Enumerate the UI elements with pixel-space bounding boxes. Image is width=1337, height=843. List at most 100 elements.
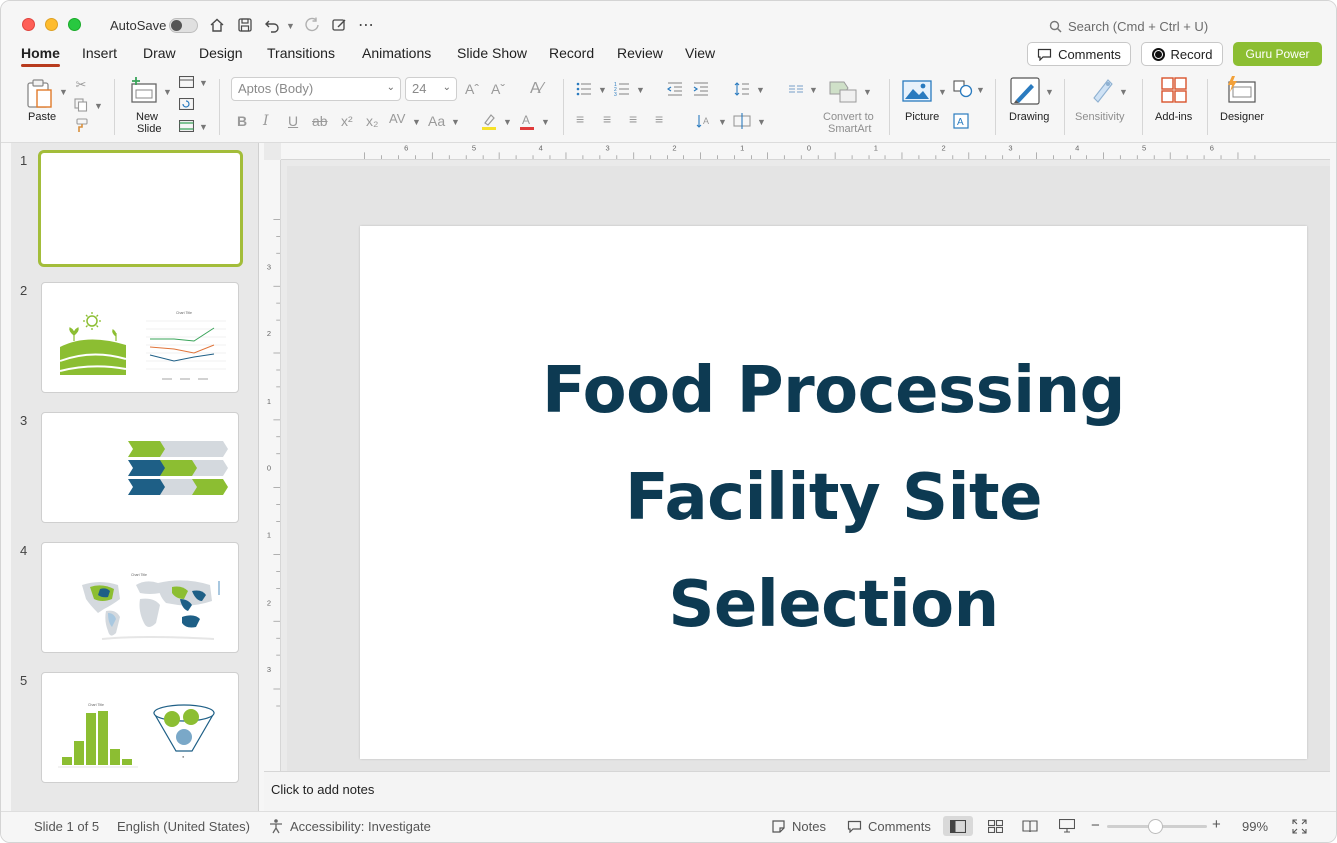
- save-icon[interactable]: [235, 15, 255, 35]
- increase-indent-icon[interactable]: [692, 81, 710, 97]
- spacing-dropdown-icon[interactable]: ▼: [412, 117, 421, 127]
- font-color-icon[interactable]: A: [518, 111, 536, 131]
- decrease-font-icon[interactable]: Aˇ: [491, 81, 505, 97]
- undo-dropdown-icon[interactable]: ▼: [286, 21, 295, 31]
- maximize-window-button[interactable]: [68, 18, 81, 31]
- home-icon[interactable]: [207, 15, 227, 35]
- accessibility-icon[interactable]: [268, 818, 284, 834]
- fit-to-window-icon[interactable]: [1292, 819, 1307, 834]
- tab-view[interactable]: View: [685, 45, 715, 61]
- align-left-icon[interactable]: ≡: [576, 111, 584, 127]
- slide-thumbnail-1[interactable]: [38, 150, 243, 267]
- search-box[interactable]: Search (Cmd + Ctrl + U): [1049, 19, 1208, 34]
- text-direction-dropdown-icon[interactable]: ▼: [718, 117, 727, 127]
- sensitivity-icon[interactable]: [1087, 75, 1117, 105]
- new-slide-icon[interactable]: [127, 75, 161, 105]
- autosave-toggle[interactable]: [169, 18, 198, 33]
- sensitivity-dropdown-icon[interactable]: ▼: [1119, 87, 1128, 97]
- underline-icon[interactable]: U: [288, 113, 298, 129]
- notes-pane[interactable]: Click to add notes: [264, 771, 1330, 811]
- close-window-button[interactable]: [22, 18, 35, 31]
- character-spacing-icon[interactable]: AV: [389, 111, 405, 126]
- tab-design[interactable]: Design: [199, 45, 243, 61]
- paste-dropdown-icon[interactable]: ▼: [59, 87, 68, 97]
- zoom-slider-handle[interactable]: [1148, 819, 1163, 834]
- format-painter-icon[interactable]: [73, 117, 89, 133]
- more-options-icon[interactable]: ⋯: [356, 15, 376, 35]
- language-indicator[interactable]: English (United States): [117, 819, 250, 834]
- cut-icon[interactable]: ✂: [73, 77, 89, 93]
- comments-button[interactable]: Comments: [1027, 42, 1131, 66]
- add-ins-icon[interactable]: [1159, 75, 1189, 105]
- decrease-indent-icon[interactable]: [666, 81, 684, 97]
- accessibility-status[interactable]: Accessibility: Investigate: [290, 819, 431, 834]
- slide-sorter-view-button[interactable]: [980, 816, 1010, 836]
- notes-toggle[interactable]: Notes: [792, 819, 826, 834]
- highlight-icon[interactable]: [480, 111, 498, 131]
- slide-thumbnail-5[interactable]: Chart Title ●: [41, 672, 239, 783]
- slide-title[interactable]: Food Processing Facility Site Selection: [360, 338, 1307, 659]
- designer-icon[interactable]: [1224, 75, 1258, 105]
- section-icon[interactable]: [178, 119, 194, 133]
- shapes-dropdown-icon[interactable]: ▼: [976, 85, 985, 95]
- tab-draw[interactable]: Draw: [143, 45, 176, 61]
- increase-font-icon[interactable]: Aˆ: [465, 81, 479, 97]
- tab-record[interactable]: Record: [549, 45, 594, 61]
- clear-formatting-icon[interactable]: A∕: [530, 80, 543, 98]
- font-size-select[interactable]: 24 ⌄: [405, 77, 457, 101]
- align-text-icon[interactable]: [732, 112, 752, 130]
- align-text-dropdown-icon[interactable]: ▼: [757, 117, 766, 127]
- minimize-window-button[interactable]: [45, 18, 58, 31]
- normal-view-button[interactable]: [943, 816, 973, 836]
- guru-power-button[interactable]: Guru Power: [1233, 42, 1322, 66]
- tab-home[interactable]: Home: [21, 45, 60, 67]
- current-slide[interactable]: Food Processing Facility Site Selection: [360, 226, 1307, 759]
- bullets-dropdown-icon[interactable]: ▼: [598, 85, 607, 95]
- zoom-level[interactable]: 99%: [1242, 819, 1268, 834]
- italic-icon[interactable]: I: [263, 113, 269, 129]
- smartart-dropdown-icon[interactable]: ▼: [863, 87, 872, 97]
- numbering-dropdown-icon[interactable]: ▼: [636, 85, 645, 95]
- layout-dropdown-icon[interactable]: ▼: [199, 78, 208, 88]
- text-direction-icon[interactable]: A: [695, 112, 713, 130]
- drawing-dropdown-icon[interactable]: ▼: [1045, 87, 1054, 97]
- redo-icon[interactable]: [302, 15, 322, 35]
- line-spacing-icon[interactable]: [733, 80, 751, 98]
- font-color-dropdown-icon[interactable]: ▼: [541, 117, 550, 127]
- layout-icon[interactable]: [178, 75, 194, 89]
- notes-icon[interactable]: [771, 819, 786, 834]
- section-dropdown-icon[interactable]: ▼: [199, 122, 208, 132]
- justify-icon[interactable]: ≡: [655, 111, 663, 127]
- copy-icon[interactable]: [73, 97, 89, 113]
- line-spacing-dropdown-icon[interactable]: ▼: [756, 85, 765, 95]
- record-button[interactable]: Record: [1141, 42, 1223, 66]
- tab-review[interactable]: Review: [617, 45, 663, 61]
- columns-icon[interactable]: [787, 81, 805, 97]
- smartart-icon[interactable]: [827, 77, 859, 105]
- horizontal-ruler[interactable]: 6 5 4 3 2 1 0 1 2 3 4 5 6: [281, 143, 1330, 160]
- change-case-icon[interactable]: Aa: [428, 113, 445, 129]
- undo-icon[interactable]: [262, 15, 282, 35]
- tab-animations[interactable]: Animations: [362, 45, 431, 61]
- tab-insert[interactable]: Insert: [82, 45, 117, 61]
- reading-view-button[interactable]: [1015, 816, 1045, 836]
- shapes-icon[interactable]: [952, 79, 974, 99]
- comments-toggle[interactable]: Comments: [868, 819, 931, 834]
- subscript-icon[interactable]: x₂: [366, 113, 378, 129]
- drawing-icon[interactable]: [1008, 75, 1042, 107]
- copy-dropdown-icon[interactable]: ▼: [94, 101, 103, 111]
- strikethrough-icon[interactable]: ab: [312, 113, 328, 129]
- bullets-icon[interactable]: [575, 81, 593, 97]
- text-box-icon[interactable]: A: [952, 112, 970, 130]
- picture-dropdown-icon[interactable]: ▼: [938, 87, 947, 97]
- zoom-in-icon[interactable]: +: [1212, 816, 1221, 833]
- align-right-icon[interactable]: ≡: [629, 111, 637, 127]
- superscript-icon[interactable]: x²: [341, 113, 353, 129]
- slide-thumbnail-2[interactable]: Chart Title: [41, 282, 239, 393]
- align-center-icon[interactable]: ≡: [603, 111, 611, 127]
- zoom-out-icon[interactable]: −: [1091, 817, 1100, 834]
- paste-icon[interactable]: [25, 77, 55, 111]
- tab-slide-show[interactable]: Slide Show: [457, 45, 527, 61]
- slide-thumbnail-3[interactable]: [41, 412, 239, 523]
- present-icon[interactable]: [329, 15, 349, 35]
